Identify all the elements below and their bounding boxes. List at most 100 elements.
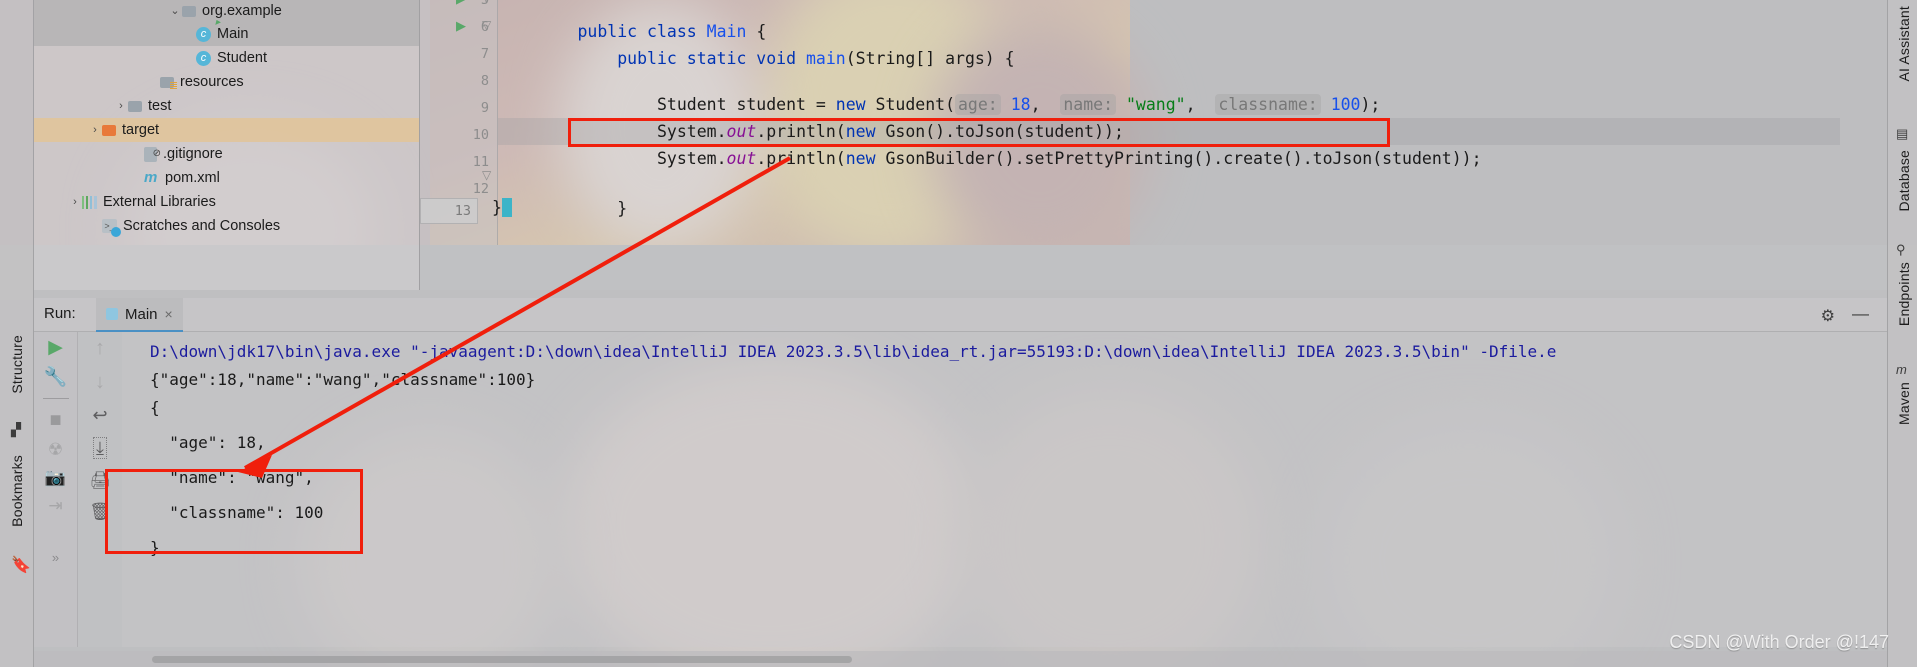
sidebar-item-bookmarks[interactable]: Bookmarks [9, 455, 25, 527]
settings-wrench-icon[interactable]: 🔧 [44, 368, 68, 387]
sidebar-item-maven-label: Maven [1896, 382, 1912, 426]
line-number: 12 [472, 181, 489, 197]
console-line-output: {"age":18,"name":"wang","classname":100} [150, 370, 536, 389]
rerun-button[interactable]: ▶ [48, 338, 63, 357]
gear-icon[interactable]: ⚙ [1821, 306, 1835, 326]
tree-row-scratches[interactable]: >_ Scratches and Consoles [34, 214, 419, 238]
tree-item-label: Main [217, 26, 249, 42]
tree-row-org-example[interactable]: ⌄ org.example [34, 0, 419, 22]
scroll-up-icon[interactable]: ↑ [95, 338, 105, 358]
run-tool-window[interactable]: Run: Main × ⚙ — ▶ 🔧 ■ ☢ 📷 ⇥ » ↑ ↓ ↩ ⤓ 🖨 … [34, 298, 1887, 647]
editor-run-splitter[interactable] [34, 290, 1887, 298]
sidebar-item-endpoints[interactable]: Endpoints [1896, 262, 1912, 326]
chevron-right-icon[interactable]: › [68, 190, 82, 214]
class-run-icon: c ▸ [196, 17, 220, 42]
ide-window: Structure ▞ Bookmarks 🔖 ⌄ org.example c ▸… [0, 0, 1917, 667]
tree-row-resources[interactable]: resources [34, 70, 419, 94]
line-number: 9 [480, 100, 489, 116]
sidebar-item-database-label: Database [1896, 150, 1912, 212]
export-icon[interactable]: ⇥ [48, 497, 62, 514]
code-editor[interactable]: 5 6 7 8 9 10 11 12 ▶ ▶ ▽ ▽ ▽ public clas… [420, 0, 1840, 245]
close-icon[interactable]: × [165, 306, 173, 322]
tree-item-label: org.example [202, 3, 282, 19]
tree-item-label: Student [217, 50, 267, 66]
run-window-title: Run: [44, 305, 76, 322]
console-line-output: "classname": 100 [150, 503, 324, 522]
run-config-icon [106, 308, 118, 320]
endpoints-icon: ⚲ [1896, 242, 1906, 257]
tree-row-gitignore[interactable]: .gitignore [34, 142, 419, 166]
resources-folder-icon [160, 76, 177, 90]
line-number-gutter-13: 13 [420, 198, 478, 224]
tree-item-label: target [122, 122, 160, 138]
tree-item-label: test [148, 98, 172, 114]
code-text-area[interactable]: public class Main { public static void m… [498, 0, 1840, 245]
sidebar-item-maven[interactable]: Maven [1896, 382, 1912, 425]
database-icon: ▤ [1896, 126, 1909, 141]
folder-icon [182, 5, 196, 17]
line-number: 7 [480, 46, 489, 62]
console-line-command: D:\down\jdk17\bin\java.exe "-javaagent:D… [150, 342, 1557, 361]
bottom-status-bar [34, 651, 1887, 667]
tree-item-label: pom.xml [165, 170, 220, 186]
fold-marker-icon[interactable]: ▽ [482, 168, 491, 182]
tree-row-test[interactable]: › test [34, 94, 419, 118]
line-number: 8 [480, 73, 489, 89]
maven-icon: m [1896, 362, 1907, 377]
tree-row-pom[interactable]: m pom.xml [34, 166, 419, 190]
sidebar-item-endpoints-label: Endpoints [1896, 262, 1912, 327]
run-gutter-icon[interactable]: ▶ [456, 18, 466, 34]
chevron-right-icon[interactable]: › [88, 118, 102, 142]
right-tool-strip: AI Assistant ▤ Database ⚲ Endpoints m Ma… [1887, 0, 1917, 667]
scroll-to-end-icon[interactable]: ⤓ [93, 437, 107, 459]
tree-row-main[interactable]: c ▸ Main [34, 17, 419, 46]
tree-item-label: resources [180, 74, 244, 90]
run-toolbar-primary[interactable]: ▶ 🔧 ■ ☢ 📷 ⇥ » [34, 332, 78, 647]
gitignore-file-icon [144, 142, 161, 166]
horizontal-scrollbar[interactable] [152, 656, 852, 663]
tree-row-target[interactable]: › target [34, 118, 419, 142]
debug-reattach-icon[interactable]: ☢ [48, 441, 63, 458]
sidebar-item-database[interactable]: Database [1896, 150, 1912, 212]
maven-pom-icon: m [144, 169, 158, 186]
sidebar-item-structure[interactable]: Structure [9, 335, 25, 394]
tree-item-label: .gitignore [163, 146, 223, 162]
console-line-output: "age": 18, [150, 433, 266, 452]
scroll-down-icon[interactable]: ↓ [95, 372, 105, 392]
stop-button[interactable]: ■ [49, 410, 61, 430]
sidebar-item-ai-assistant[interactable]: AI Assistant [1896, 6, 1912, 82]
soft-wrap-icon[interactable]: ↩ [92, 406, 107, 424]
libraries-icon [82, 195, 97, 209]
clear-all-icon[interactable]: 🗑 [89, 503, 111, 520]
console-line-output: } [150, 538, 160, 557]
screenshot-camera-icon[interactable]: 📷 [45, 469, 66, 486]
tree-row-student[interactable]: c Student [34, 46, 419, 70]
line-number: 10 [472, 127, 489, 143]
project-tree-panel[interactable]: ⌄ org.example c ▸ Main c Student resource… [34, 0, 420, 290]
fold-marker-icon[interactable]: ▽ [482, 18, 491, 32]
folder-orange-icon [102, 124, 116, 136]
chevron-right-icon[interactable]: › [114, 94, 128, 118]
tree-row-external-libraries[interactable]: › External Libraries [34, 190, 419, 214]
console-line-output: { [150, 398, 160, 417]
fold-marker-icon[interactable]: ▽ [482, 0, 491, 5]
chevron-down-icon[interactable]: ⌄ [168, 0, 182, 22]
tab-main[interactable]: Main × [96, 298, 183, 332]
run-gutter-icon[interactable]: ▶ [456, 0, 466, 7]
more-icon[interactable]: » [52, 551, 59, 564]
code-line-12[interactable]: } [498, 168, 627, 245]
run-window-header [34, 298, 1887, 332]
code-line-13[interactable]: }| [492, 198, 512, 217]
folder-icon [128, 100, 142, 112]
console-line-output: "name": "wang", [150, 468, 314, 487]
scratches-icon: >_ [102, 219, 121, 237]
minimize-icon[interactable]: — [1852, 304, 1869, 324]
left-tool-strip: Structure ▞ Bookmarks 🔖 [0, 0, 34, 667]
class-icon: c [196, 50, 211, 66]
structure-icon: ▞ [11, 422, 21, 437]
print-icon[interactable]: 🖨 [89, 472, 111, 489]
console-output[interactable]: D:\down\jdk17\bin\java.exe "-javaagent:D… [122, 332, 1887, 647]
tree-item-label: External Libraries [103, 194, 216, 210]
run-toolbar-secondary[interactable]: ↑ ↓ ↩ ⤓ 🖨 🗑 [78, 332, 122, 647]
code-line-10[interactable]: System.out.println(new GsonBuilder().set… [498, 118, 1482, 199]
